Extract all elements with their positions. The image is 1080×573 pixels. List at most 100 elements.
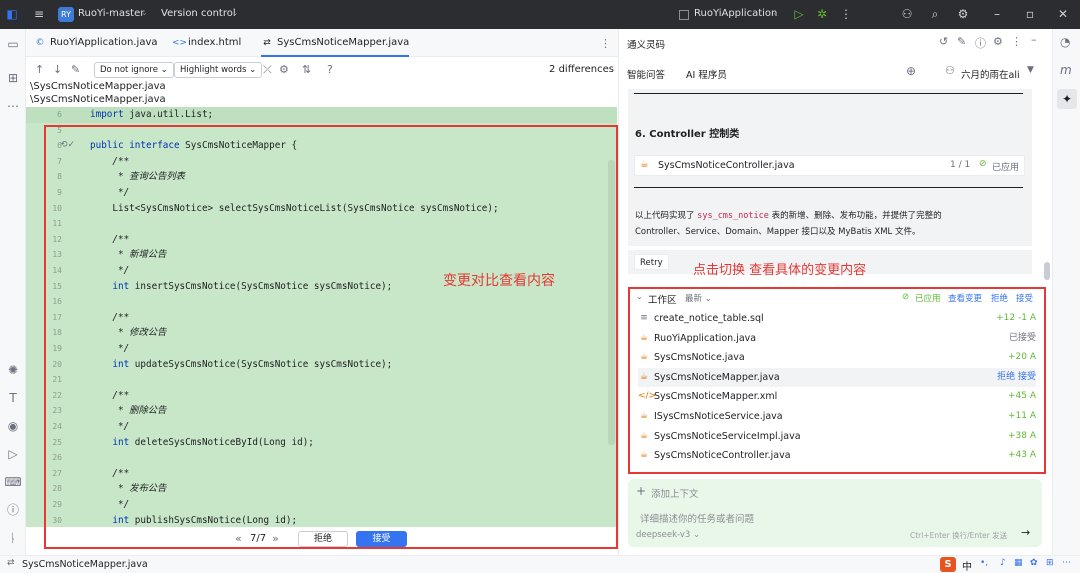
workspace-file-row[interactable]: ☕ SysCmsNoticeMapper.java 拒绝 接受 xyxy=(638,367,1036,388)
ignore-label: Do not ignore xyxy=(100,65,158,75)
model-selector[interactable]: deepseek-v3 ⌄ xyxy=(636,530,700,540)
more-icon[interactable]: ⋯ xyxy=(1062,558,1071,568)
ignore-dropdown[interactable]: Do not ignore ⌄ xyxy=(94,62,174,78)
diff-annotation: 变更对比查看内容 xyxy=(443,273,555,289)
minimize-icon[interactable]: – xyxy=(989,6,1005,22)
git-icon[interactable]: ᚿ xyxy=(4,529,22,547)
add-context-button[interactable]: 添加上下文 xyxy=(651,486,699,500)
chevron-down-icon[interactable]: ▼ xyxy=(1027,65,1034,75)
accept-button[interactable]: 接受 xyxy=(356,531,407,547)
help-icon[interactable]: ⓘ xyxy=(975,35,986,51)
task-input[interactable]: 详细描述你的任务或者问题 xyxy=(640,511,754,525)
reject-all-link[interactable]: 拒绝 xyxy=(991,292,1008,304)
punctuation-icon[interactable]: •, xyxy=(980,558,988,568)
workspace-file-row[interactable]: ☕ RuoYiApplication.java 已接受 xyxy=(638,329,1036,349)
add-user-icon[interactable]: ⚇ xyxy=(899,6,915,22)
user-name[interactable]: 六月的雨在ali xyxy=(961,67,1020,81)
reject-button[interactable]: 拒绝 xyxy=(298,531,348,547)
accept-all-link[interactable]: 接受 xyxy=(1016,292,1033,304)
workspace-file-status: +12 -1 A xyxy=(996,313,1036,323)
terminal-icon[interactable]: ⌨ xyxy=(4,473,22,491)
bug-icon[interactable]: ✺ xyxy=(4,361,22,379)
run-icon[interactable]: ▷ xyxy=(791,6,807,22)
vcs-selector[interactable]: Version control xyxy=(161,8,236,19)
hide-panel-icon[interactable]: – xyxy=(1031,33,1037,46)
view-changes-link[interactable]: 查看变更 xyxy=(948,292,982,304)
tab-ruoyi-application[interactable]: © RuoYiApplication.java xyxy=(34,29,158,57)
problems-icon[interactable]: ⓘ xyxy=(4,501,22,519)
workspace-file-row[interactable]: ☕ SysCmsNoticeServiceImpl.java +38 A xyxy=(638,427,1036,447)
services-icon[interactable]: ◉ xyxy=(4,417,22,435)
highlight-dropdown[interactable]: Highlight words ⌄ xyxy=(174,62,263,78)
tongyi-lingma-icon[interactable]: ✦ xyxy=(1057,89,1077,109)
workspace-file-name: SysCmsNoticeMapper.java xyxy=(654,371,780,383)
build-hammer-icon[interactable]: T xyxy=(4,389,22,407)
java-file-icon: ☕ xyxy=(639,352,649,363)
search-icon[interactable]: ⌕ xyxy=(927,6,943,22)
history-icon[interactable]: ↺ xyxy=(939,35,948,48)
workspace-title[interactable]: 工作区 xyxy=(648,292,677,306)
next-change-icon[interactable]: » xyxy=(272,532,279,545)
workspace-file-row[interactable]: ☕ ISysCmsNoticeService.java +11 A xyxy=(638,407,1036,427)
prev-change-icon[interactable]: « xyxy=(235,532,242,545)
arrow-down-icon[interactable]: ↓ xyxy=(53,63,62,76)
tab-sys-cms-notice-mapper[interactable]: ⇄ SysCmsNoticeMapper.java xyxy=(261,29,410,57)
close-icon[interactable]: ✕ xyxy=(1055,6,1071,22)
chevron-down-icon: ⌄ xyxy=(141,8,148,17)
chevron-down-icon[interactable]: ⌄ xyxy=(636,292,643,301)
workspace-file-row[interactable]: ≡ create_notice_table.sql +12 -1 A xyxy=(638,309,1036,329)
ime-mode[interactable]: 中 xyxy=(962,558,972,573)
workspace-file-row[interactable]: </> SysCmsNoticeMapper.xml +45 A xyxy=(638,387,1036,407)
toolbox-icon[interactable]: ⊞ xyxy=(1046,558,1054,568)
tab-label: SysCmsNoticeMapper.java xyxy=(277,37,410,48)
retry-button[interactable]: Retry xyxy=(634,254,669,270)
collapse-icon[interactable]: ⤫ xyxy=(263,63,272,77)
user-icon: ⚇ xyxy=(945,64,955,77)
help-icon[interactable]: ? xyxy=(327,63,333,76)
voice-icon[interactable]: ♪ xyxy=(1000,558,1006,568)
settings-gear-icon[interactable]: ⚙ xyxy=(993,35,1003,48)
send-arrow-icon[interactable]: → xyxy=(1021,526,1030,539)
tab-index-html[interactable]: <>index.html xyxy=(172,29,241,57)
latest-selector[interactable]: 最新 ⌄ xyxy=(685,292,712,304)
tab-smart-qa[interactable]: 智能问答 xyxy=(627,67,665,81)
skin-icon[interactable]: ✿ xyxy=(1030,558,1038,568)
run-config-selector[interactable]: RuoYiApplication xyxy=(694,8,777,19)
panel-title: 通义灵码 xyxy=(627,40,666,51)
run-icon[interactable]: ▷ xyxy=(4,445,22,463)
more-vertical-icon[interactable]: ⋮ xyxy=(1011,35,1022,48)
sync-scroll-icon[interactable]: ⇅ xyxy=(302,63,311,76)
sogou-ime-icon[interactable]: S xyxy=(940,557,956,572)
restore-icon[interactable]: ▫ xyxy=(1022,6,1038,22)
settings-gear-icon[interactable]: ⚙ xyxy=(955,6,971,22)
panel-scrollbar[interactable] xyxy=(1044,262,1050,280)
structure-icon[interactable]: ⊞ xyxy=(4,69,22,87)
workspace-panel: ⌄ 工作区 最新 ⌄ ⊘ 已应用 查看变更 拒绝 接受 ≡ create_noti… xyxy=(628,287,1046,474)
arrow-up-icon[interactable]: ↑ xyxy=(35,63,44,76)
file-card[interactable]: ☕ SysCmsNoticeController.java 1 / 1 ⊘ 已应… xyxy=(634,155,1025,176)
workspace-file-status: +11 A xyxy=(1007,411,1036,421)
project-folder-icon[interactable]: ▭ xyxy=(4,35,22,53)
add-context-icon[interactable]: + xyxy=(636,484,646,498)
workspace-file-row[interactable]: ☕ SysCmsNotice.java +20 A xyxy=(638,348,1036,368)
workspace-file-name: SysCmsNotice.java xyxy=(654,352,745,364)
add-icon[interactable]: ⊕ xyxy=(906,64,916,78)
more-vertical-icon[interactable]: ⋮ xyxy=(838,6,854,22)
debug-icon[interactable]: ✲ xyxy=(814,6,830,22)
new-chat-icon[interactable]: ✎ xyxy=(957,35,966,48)
status-file[interactable]: SysCmsNoticeMapper.java xyxy=(22,559,148,570)
tab-ai-programmer[interactable]: AI 程序员 xyxy=(686,67,727,91)
notifications-icon[interactable]: ◔ xyxy=(1060,35,1070,49)
workspace-file-name: SysCmsNoticeMapper.xml xyxy=(654,391,778,403)
workspace-file-name: SysCmsNoticeController.java xyxy=(654,450,791,462)
more-horizontal-icon[interactable]: ⋯ xyxy=(4,97,22,115)
settings-gear-icon[interactable]: ⚙ xyxy=(279,63,289,76)
latest-label: 最新 xyxy=(685,294,703,304)
project-selector[interactable]: RuoYi-master xyxy=(78,8,144,19)
main-menu-icon[interactable]: ≡ xyxy=(31,6,47,22)
tabs-more-icon[interactable]: ⋮ xyxy=(600,37,611,50)
workspace-file-row[interactable]: ☕ SysCmsNoticeController.java +43 A xyxy=(638,446,1036,466)
keyboard-icon[interactable]: ▦ xyxy=(1014,558,1023,568)
edit-pencil-icon[interactable]: ✎ xyxy=(71,63,80,76)
maven-icon[interactable]: m xyxy=(1060,63,1072,77)
